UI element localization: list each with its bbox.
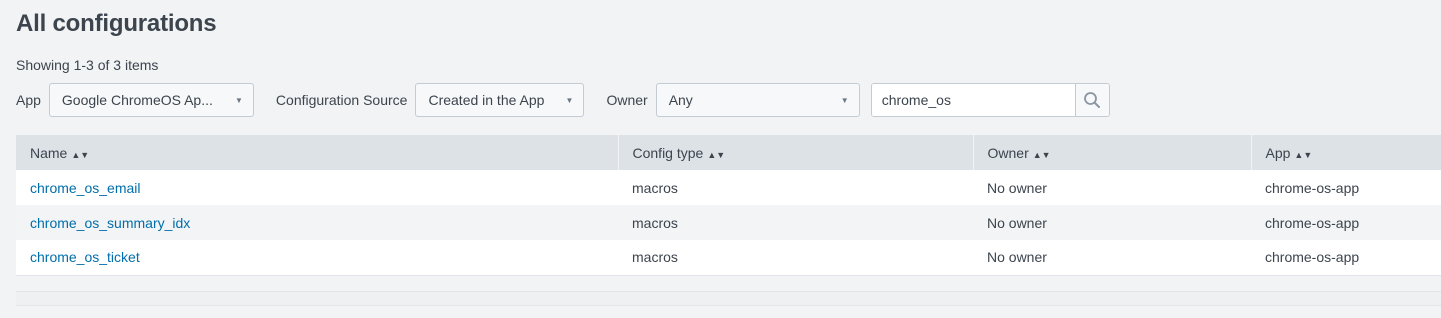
configurations-table: Name ▲▼ Config type ▲▼ Owner ▲▼ App ▲▼ chrom… xyxy=(16,135,1441,276)
app-dropdown-value: Google ChromeOS Ap... xyxy=(61,92,213,108)
owner-dropdown-value: Any xyxy=(668,92,693,108)
config-type-cell: macros xyxy=(618,205,973,240)
app-dropdown[interactable]: Google ChromeOS Ap... ▼ xyxy=(48,83,254,117)
source-filter-label: Configuration Source xyxy=(275,92,408,108)
caret-down-icon: ▼ xyxy=(565,95,574,105)
horizontal-scrollbar[interactable] xyxy=(16,291,1441,306)
config-name-link[interactable]: chrome_os_summary_idx xyxy=(30,215,190,231)
column-header-name[interactable]: Name ▲▼ xyxy=(16,135,619,170)
config-type-cell: macros xyxy=(618,240,973,276)
search-button[interactable] xyxy=(1074,84,1109,116)
caret-down-icon: ▼ xyxy=(840,95,849,105)
table-row: chrome_os_summary_idx macros No owner ch… xyxy=(16,205,1441,240)
search-input[interactable] xyxy=(871,84,1075,116)
table-header-row: Name ▲▼ Config type ▲▼ Owner ▲▼ App ▲▼ xyxy=(16,135,1441,170)
sort-icon: ▲▼ xyxy=(707,149,726,160)
config-name-link[interactable]: chrome_os_email xyxy=(30,180,141,196)
app-cell: chrome-os-app xyxy=(1251,170,1441,205)
column-header-config-type[interactable]: Config type ▲▼ xyxy=(618,135,974,170)
source-dropdown[interactable]: Created in the App ▼ xyxy=(415,83,585,117)
column-header-app[interactable]: App ▲▼ xyxy=(1251,135,1441,170)
table-row: chrome_os_ticket macros No owner chrome-… xyxy=(16,240,1441,276)
config-type-cell: macros xyxy=(618,170,973,205)
search-icon xyxy=(1084,92,1101,108)
owner-cell: No owner xyxy=(973,170,1251,205)
config-name-link[interactable]: chrome_os_ticket xyxy=(30,249,140,265)
source-dropdown-value: Created in the App xyxy=(428,92,545,108)
owner-dropdown[interactable]: Any ▼ xyxy=(655,83,860,117)
table-row: chrome_os_email macros No owner chrome-o… xyxy=(16,170,1441,205)
sort-icon: ▲▼ xyxy=(1032,149,1051,160)
column-header-owner[interactable]: Owner ▲▼ xyxy=(973,135,1252,170)
owner-filter-label: Owner xyxy=(606,92,648,108)
sort-icon: ▲▼ xyxy=(71,149,90,160)
caret-down-icon: ▼ xyxy=(235,95,243,105)
app-cell: chrome-os-app xyxy=(1251,240,1441,276)
item-count: Showing 1-3 of 3 items xyxy=(16,57,159,73)
app-filter-label: App xyxy=(16,92,41,108)
filter-bar: App Google ChromeOS Ap... ▼ Configuratio… xyxy=(16,83,1110,117)
sort-icon: ▲▼ xyxy=(1294,149,1313,160)
page-title: All configurations xyxy=(16,10,217,37)
search-box xyxy=(870,83,1110,117)
app-cell: chrome-os-app xyxy=(1251,205,1441,240)
owner-cell: No owner xyxy=(973,205,1251,240)
owner-cell: No owner xyxy=(973,240,1251,276)
